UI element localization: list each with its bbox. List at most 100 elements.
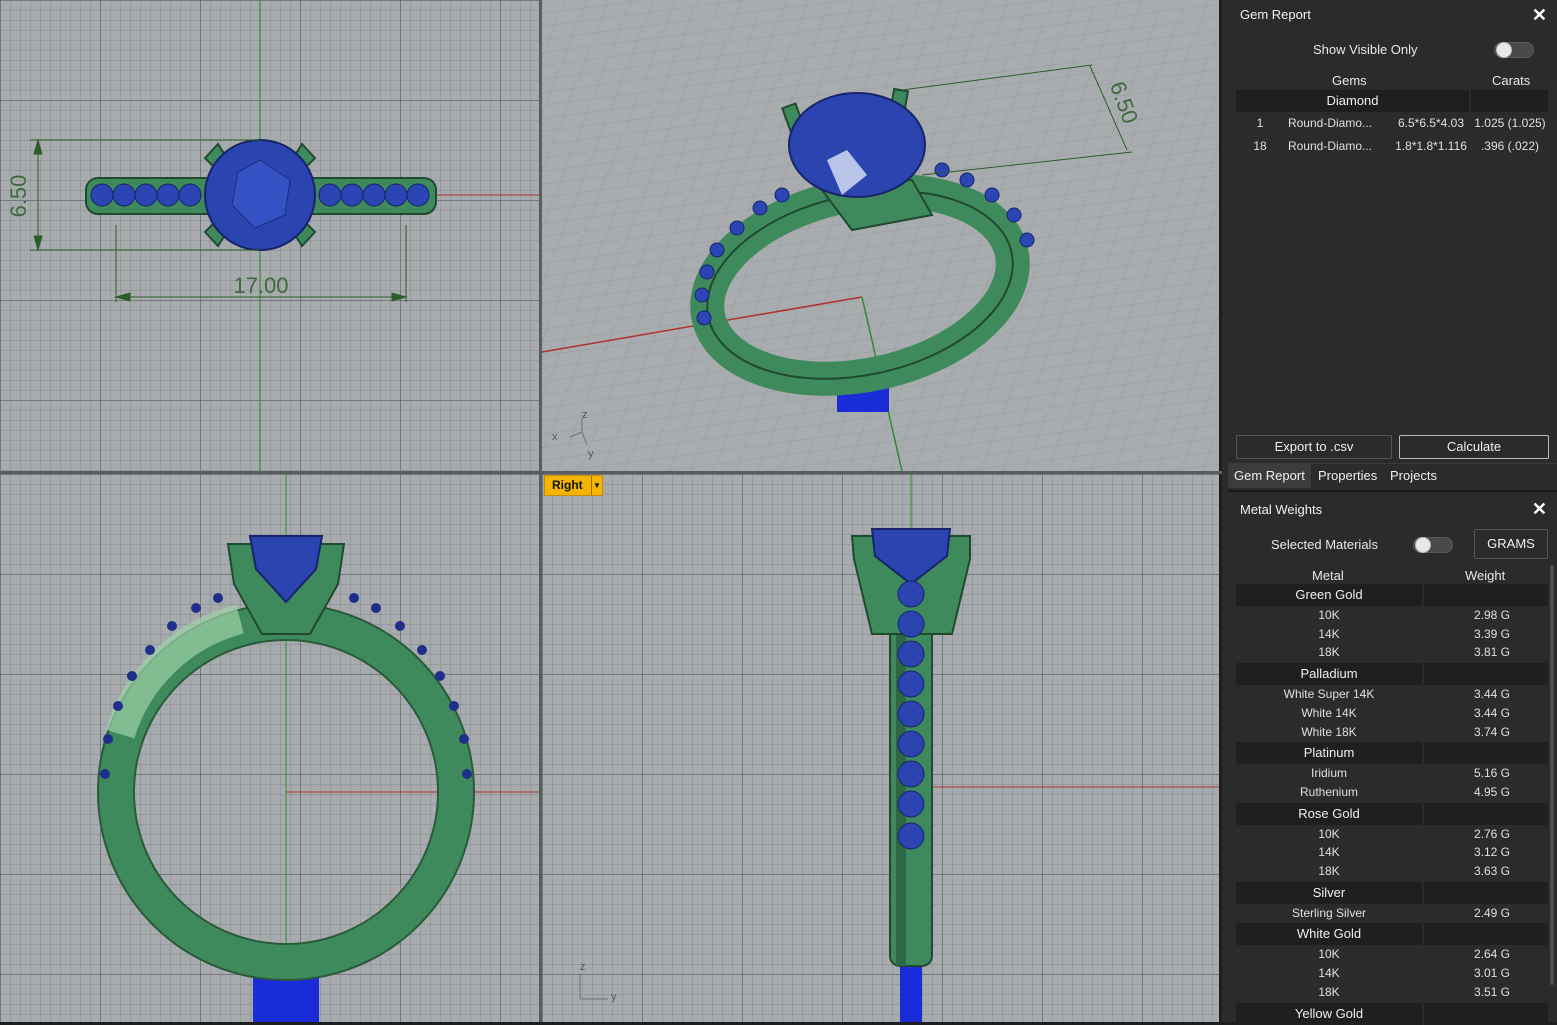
metal-group-name: Green Gold xyxy=(1295,587,1363,602)
col-carats-header[interactable]: Carats xyxy=(1492,73,1530,88)
metal-group-name: Silver xyxy=(1312,884,1346,900)
gem-shape-cell: Round-Diamo... xyxy=(1287,116,1373,130)
metal-weight-cell: 3.44 G xyxy=(1473,705,1511,720)
viewport-right[interactable]: z y Right ▼ xyxy=(542,474,1219,1022)
perspective-view-drawing: 6.50 z x y xyxy=(542,0,1219,471)
metal-row[interactable]: Ruthenium 4.95 G xyxy=(1236,783,1548,802)
axis-z-label-right: z xyxy=(580,961,586,973)
metal-group[interactable]: Yellow Gold xyxy=(1236,1002,1548,1025)
metal-row[interactable]: 14K 3.12 G xyxy=(1236,843,1548,862)
side-panel: Gem Report ✕ Show Visible Only Gems Cara… xyxy=(1222,0,1557,1025)
gem-shape-cell: Round-Diamo... xyxy=(1287,139,1373,153)
export-csv-button[interactable]: Export to .csv xyxy=(1236,435,1392,459)
metal-group[interactable]: Palladium xyxy=(1236,663,1548,686)
metal-name-cell: White 18K xyxy=(1301,724,1357,739)
col-gems-header[interactable]: Gems xyxy=(1332,73,1367,88)
metal-group[interactable]: Silver xyxy=(1236,881,1548,904)
metal-group-name: White Gold xyxy=(1296,926,1362,942)
metal-row[interactable]: 18K 3.51 G xyxy=(1236,983,1548,1002)
gem-group-diamond[interactable]: Diamond xyxy=(1236,90,1548,112)
calculate-button[interactable]: Calculate xyxy=(1399,435,1549,459)
metal-name-cell: White 14K xyxy=(1301,705,1357,720)
viewport-top[interactable]: 6.50 17.00 xyxy=(0,0,539,471)
metal-row[interactable]: 14K 3.01 G xyxy=(1236,964,1548,983)
metal-name-cell: 10K xyxy=(1318,608,1340,622)
selected-materials-toggle[interactable] xyxy=(1413,537,1453,553)
metal-weight-cell: 3.01 G xyxy=(1473,966,1511,981)
panel-tabs: Gem Report Properties Projects xyxy=(1228,463,1557,488)
metal-name-cell: 14K xyxy=(1318,966,1340,981)
viewport-front[interactable] xyxy=(0,474,539,1022)
metal-name-cell: 10K xyxy=(1318,826,1340,841)
metal-row[interactable]: White 14K 3.44 G xyxy=(1236,704,1548,723)
viewport-divider-horizontal[interactable] xyxy=(0,471,1222,474)
metal-weight-cell: 3.63 G xyxy=(1473,864,1511,878)
metal-name-cell: Sterling Silver xyxy=(1291,905,1367,920)
viewport-perspective[interactable]: 6.50 z x y xyxy=(542,0,1219,471)
metal-row[interactable]: 14K 3.39 G xyxy=(1236,625,1548,644)
metal-name-cell: Iridium xyxy=(1310,766,1347,781)
show-visible-only-label: Show Visible Only xyxy=(1313,42,1418,57)
metal-group-name: Platinum xyxy=(1303,745,1355,761)
metal-name-cell: 10K xyxy=(1318,947,1340,962)
metal-weight-cell: 4.95 G xyxy=(1473,784,1511,799)
gem-report-title: Gem Report xyxy=(1240,7,1311,22)
metal-row[interactable]: 18K 3.63 G xyxy=(1236,862,1548,881)
metal-weight-cell: 3.81 G xyxy=(1473,645,1511,660)
metal-name-cell: 18K xyxy=(1318,645,1340,660)
viewport-label-right[interactable]: Right ▼ xyxy=(544,475,603,496)
metal-group[interactable]: Rose Gold xyxy=(1236,802,1548,825)
metal-group[interactable]: Platinum xyxy=(1236,742,1548,765)
metal-row[interactable]: 10K 2.76 G xyxy=(1236,825,1548,844)
metal-group[interactable]: White Gold xyxy=(1236,923,1548,946)
col-weight-header[interactable]: Weight xyxy=(1465,568,1505,583)
viewport-label-text: Right xyxy=(552,478,583,492)
close-icon[interactable]: ✕ xyxy=(1532,6,1547,24)
axis-y-label-right: y xyxy=(611,991,617,1003)
dropdown-arrow-icon[interactable]: ▼ xyxy=(591,476,602,495)
metal-weight-cell: 3.12 G xyxy=(1473,845,1511,860)
metal-group[interactable]: Green Gold xyxy=(1236,584,1548,606)
metal-name-cell: 14K xyxy=(1318,845,1340,860)
metal-row[interactable]: Iridium 5.16 G xyxy=(1236,764,1548,783)
metal-row[interactable]: Sterling Silver 2.49 G xyxy=(1236,904,1548,923)
metal-row[interactable]: White 18K 3.74 G xyxy=(1236,723,1548,742)
tab-gem-report[interactable]: Gem Report xyxy=(1228,464,1311,488)
close-icon[interactable]: ✕ xyxy=(1532,500,1547,518)
side-stones-right xyxy=(897,580,925,850)
metal-group-name: Yellow Gold xyxy=(1294,1005,1364,1021)
col-metal-header[interactable]: Metal xyxy=(1312,568,1344,583)
gem-carats-cell: 1.025 (1.025) xyxy=(1474,116,1546,130)
metal-row[interactable]: 10K 2.64 G xyxy=(1236,945,1548,964)
gem-size-cell: 1.8*1.8*1.116 xyxy=(1395,139,1467,153)
metal-weight-cell: 3.39 G xyxy=(1473,626,1511,641)
viewport-divider-vertical[interactable] xyxy=(539,0,542,1022)
metal-row[interactable]: 10K 2.98 G xyxy=(1236,606,1548,625)
metal-weight-cell: 2.76 G xyxy=(1473,826,1511,841)
units-button[interactable]: GRAMS xyxy=(1474,529,1548,559)
gem-qty-cell: 18 xyxy=(1253,139,1267,153)
metal-weight-cell: 2.98 G xyxy=(1473,608,1511,622)
metal-weight-cell: 3.74 G xyxy=(1473,724,1511,739)
metal-row[interactable]: 18K 3.81 G xyxy=(1236,643,1548,662)
gem-row[interactable]: 1 Round-Diamo... 6.5*6.5*4.03 1.025 (1.025) xyxy=(1236,114,1548,133)
metal-weight-cell: 3.44 G xyxy=(1473,687,1511,702)
axis-gizmo-right xyxy=(579,974,608,1000)
metal-group-name: Palladium xyxy=(1300,666,1358,682)
gem-row[interactable]: 18 Round-Diamo... 1.8*1.8*1.116 .396 (.022) xyxy=(1236,137,1548,156)
metal-row[interactable]: White Super 14K 3.44 G xyxy=(1236,685,1548,704)
gem-size-cell: 6.5*6.5*4.03 xyxy=(1397,116,1465,130)
top-view-drawing: 6.50 17.00 xyxy=(6,0,539,471)
axis-z-label: z xyxy=(582,409,588,421)
metal-name-cell: 14K xyxy=(1318,626,1340,641)
metal-name-cell: 18K xyxy=(1318,864,1340,878)
tab-projects[interactable]: Projects xyxy=(1390,464,1437,488)
axis-x-label: x xyxy=(552,431,558,443)
dim-height-top: 6.50 xyxy=(6,175,31,218)
tab-properties[interactable]: Properties xyxy=(1318,464,1377,488)
metal-weights-scrollbar[interactable] xyxy=(1550,565,1554,985)
metal-weight-cell: 5.16 G xyxy=(1473,766,1511,781)
gem-qty-cell: 1 xyxy=(1256,116,1264,130)
show-visible-only-toggle[interactable] xyxy=(1494,42,1534,58)
metal-group-name: Rose Gold xyxy=(1298,805,1360,821)
